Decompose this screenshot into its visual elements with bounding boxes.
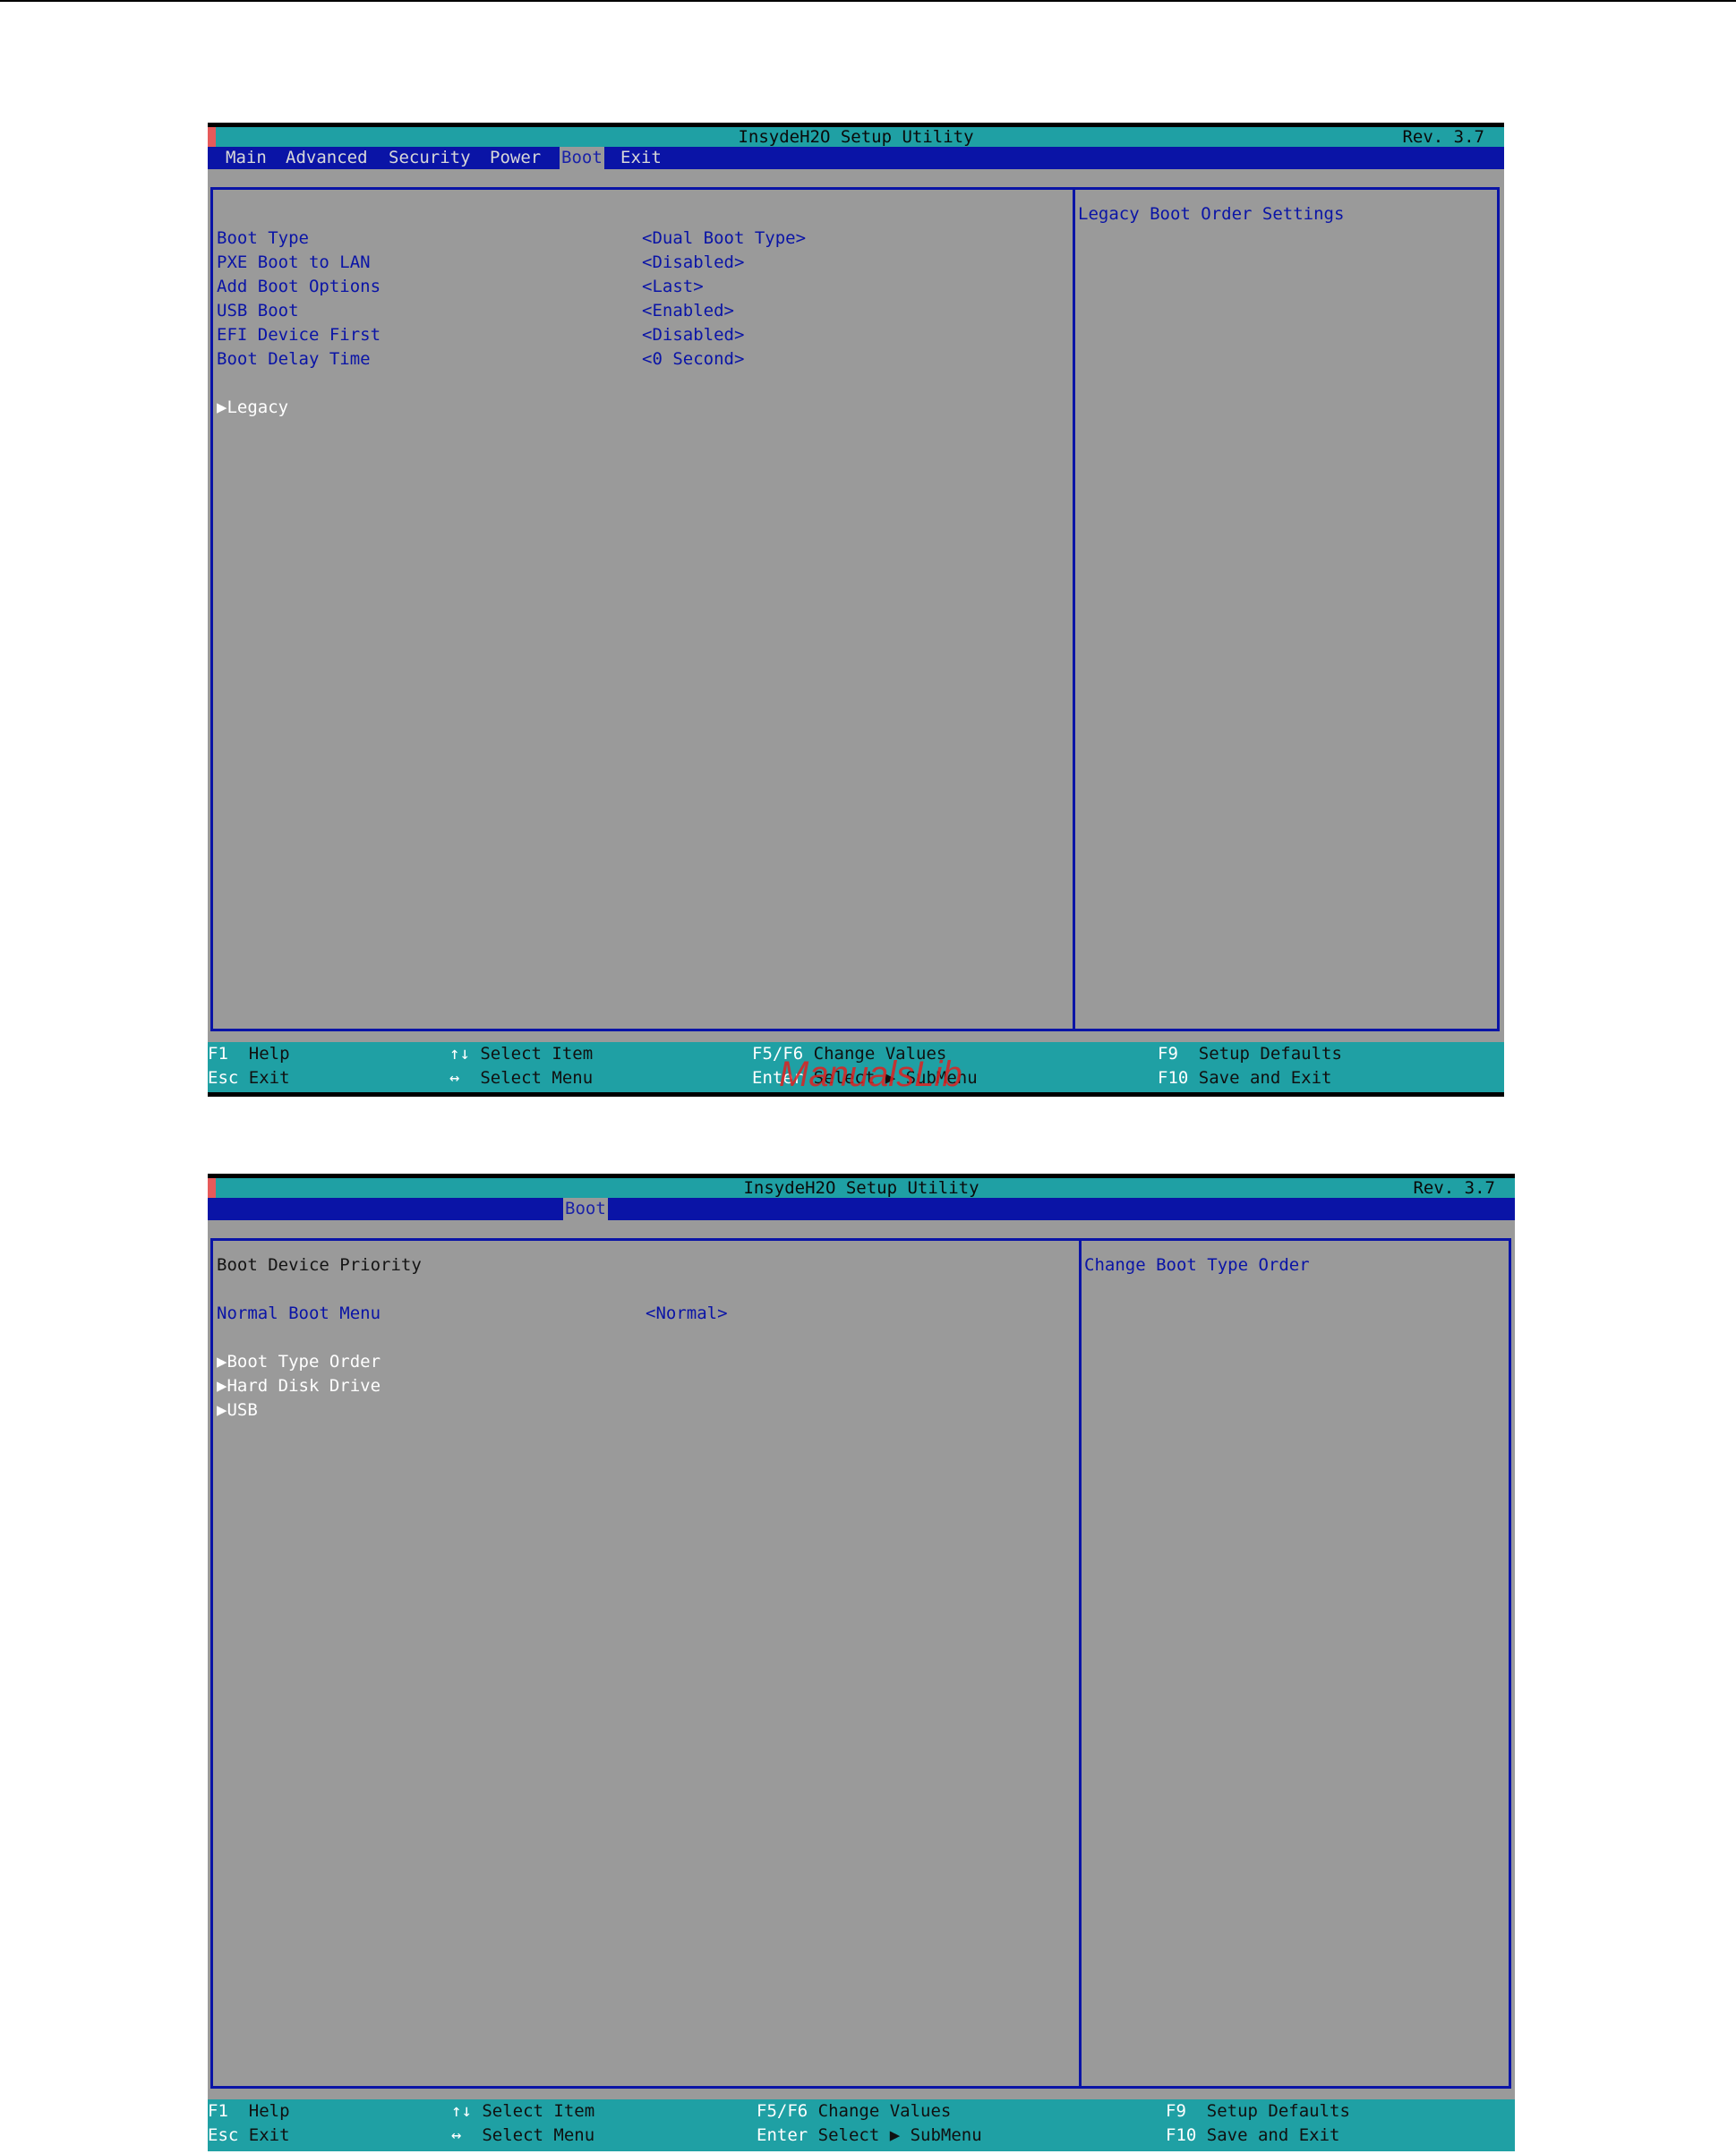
setting-value-boot-delay-time[interactable]: <0 Second> <box>642 348 744 370</box>
menu-bar: Main Advanced Security Power Boot Exit <box>208 147 1504 169</box>
key-f9-desc: Setup Defaults <box>1206 2101 1350 2121</box>
key-leftright-desc: Select Menu <box>482 2125 595 2145</box>
key-f10-desc: Save and Exit <box>1206 2125 1340 2145</box>
key-esc-desc: Exit <box>248 2125 290 2145</box>
watermark: ManualsLib <box>779 1055 962 1094</box>
key-f10: F10 <box>1158 1068 1189 1088</box>
setting-value-efi-device-first[interactable]: <Disabled> <box>642 324 744 346</box>
tab-boot[interactable]: Boot <box>563 1198 608 1220</box>
key-f9-desc: Setup Defaults <box>1198 1044 1342 1064</box>
submenu-legacy[interactable]: ▶Legacy <box>217 397 288 418</box>
help-pane: Legacy Boot Order Settings <box>1073 187 1500 1031</box>
key-updown-desc: Select Item <box>480 1044 594 1064</box>
key-esc-desc: Exit <box>248 1068 290 1088</box>
key-help-footer: F1 Help Esc Exit ↑↓ Select Item ↔ Select… <box>208 2099 1515 2151</box>
key-updown-desc: Select Item <box>482 2101 595 2121</box>
setting-label-boot-type[interactable]: Boot Type <box>217 227 309 249</box>
bios-screen-boot: InsydeH2O Setup Utility Rev. 3.7 Main Ad… <box>208 123 1504 1097</box>
key-enter-desc: Select ▶ SubMenu <box>817 2125 982 2145</box>
key-leftright: ↔ <box>451 2125 462 2145</box>
help-text: Legacy Boot Order Settings <box>1078 204 1345 224</box>
help-text: Change Boot Type Order <box>1084 1255 1310 1275</box>
section-header: Boot Device Priority <box>217 1255 422 1275</box>
submenu-boot-type-order[interactable]: ▶Boot Type Order <box>217 1351 381 1372</box>
settings-pane: Boot Device Priority Normal Boot Menu <N… <box>210 1238 1079 2089</box>
setting-label-boot-delay-time[interactable]: Boot Delay Time <box>217 348 371 370</box>
key-f1-desc: Help <box>248 1044 290 1064</box>
key-esc: Esc <box>208 2125 239 2145</box>
key-updown: ↑↓ <box>449 1044 470 1064</box>
key-f1: F1 <box>208 2101 228 2121</box>
key-enter: Enter <box>757 2125 808 2145</box>
setting-value-normal-boot-menu[interactable]: <Normal> <box>646 1303 728 1324</box>
window-title: InsydeH2O Setup Utility <box>738 127 974 147</box>
page-top-rule <box>0 0 1736 2</box>
key-updown: ↑↓ <box>451 2101 472 2121</box>
title-bar: InsydeH2O Setup Utility Rev. 3.7 <box>208 1178 1515 1198</box>
key-esc: Esc <box>208 1068 239 1088</box>
tab-exit[interactable]: Exit <box>619 147 663 169</box>
setting-label-normal-boot-menu[interactable]: Normal Boot Menu <box>217 1303 381 1324</box>
title-bar: InsydeH2O Setup Utility Rev. 3.7 <box>208 127 1504 147</box>
tab-main[interactable]: Main <box>224 147 269 169</box>
key-f5f6: F5/F6 <box>757 2101 808 2121</box>
setting-value-boot-type[interactable]: <Dual Boot Type> <box>642 227 806 249</box>
setting-value-add-boot-options[interactable]: <Last> <box>642 276 704 297</box>
menu-bar: Boot <box>208 1198 1515 1220</box>
key-f9: F9 <box>1166 2101 1186 2121</box>
setting-label-pxe-boot[interactable]: PXE Boot to LAN <box>217 252 371 273</box>
bios-screen-boot-device-priority: InsydeH2O Setup Utility Rev. 3.7 Boot Bo… <box>208 1174 1515 2151</box>
submenu-hard-disk-drive[interactable]: ▶Hard Disk Drive <box>217 1375 381 1397</box>
submenu-usb[interactable]: ▶USB <box>217 1399 258 1421</box>
window-title: InsydeH2O Setup Utility <box>743 1178 979 1198</box>
setting-label-efi-device-first[interactable]: EFI Device First <box>217 324 381 346</box>
help-pane: Change Boot Type Order <box>1079 1238 1511 2089</box>
setting-value-usb-boot[interactable]: <Enabled> <box>642 300 734 321</box>
key-f1: F1 <box>208 1044 228 1064</box>
key-f10-desc: Save and Exit <box>1198 1068 1332 1088</box>
revision-label: Rev. 3.7 <box>1402 127 1484 147</box>
tab-power[interactable]: Power <box>488 147 543 169</box>
key-f1-desc: Help <box>248 2101 290 2121</box>
key-f9: F9 <box>1158 1044 1178 1064</box>
setting-label-add-boot-options[interactable]: Add Boot Options <box>217 276 381 297</box>
key-leftright: ↔ <box>449 1068 460 1088</box>
tab-boot[interactable]: Boot <box>560 147 604 169</box>
revision-label: Rev. 3.7 <box>1413 1178 1495 1198</box>
settings-pane: Boot Type <Dual Boot Type> PXE Boot to L… <box>210 187 1073 1031</box>
tab-security[interactable]: Security <box>387 147 473 169</box>
key-leftright-desc: Select Menu <box>480 1068 594 1088</box>
key-f10: F10 <box>1166 2125 1197 2145</box>
setting-value-pxe-boot[interactable]: <Disabled> <box>642 252 744 273</box>
setting-label-usb-boot[interactable]: USB Boot <box>217 300 299 321</box>
key-f5f6-desc: Change Values <box>817 2101 952 2121</box>
tab-advanced[interactable]: Advanced <box>284 147 370 169</box>
